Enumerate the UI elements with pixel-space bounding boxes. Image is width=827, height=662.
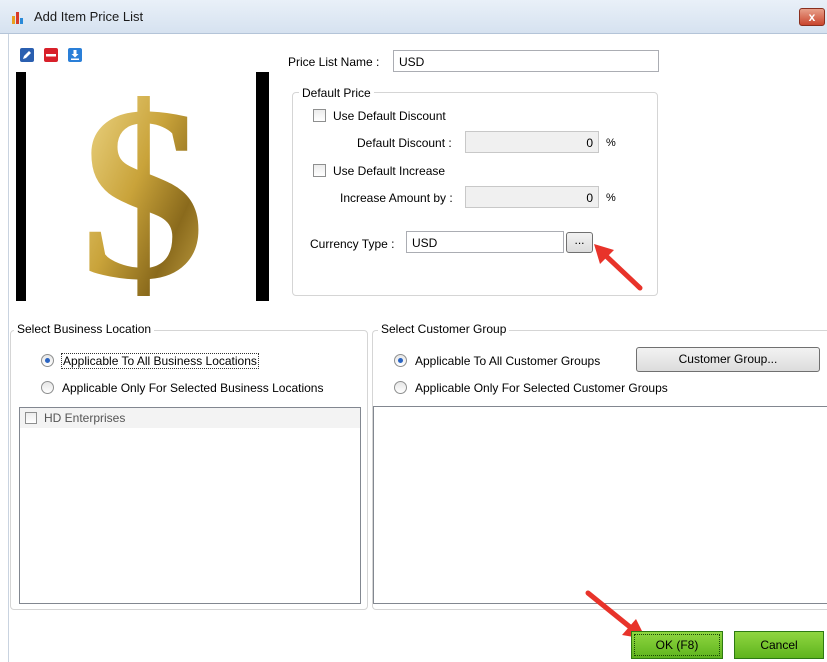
remove-button[interactable] <box>44 48 58 62</box>
location-checkbox[interactable] <box>25 412 37 424</box>
minus-icon <box>46 54 56 57</box>
default-discount-unit: % <box>606 137 616 149</box>
customer-group-button[interactable]: Customer Group... <box>636 347 820 372</box>
increase-amount-input[interactable]: 0 <box>465 186 599 208</box>
increase-amount-label: Increase Amount by : <box>340 191 453 205</box>
use-default-discount-checkbox[interactable] <box>313 109 326 122</box>
location-label: HD Enterprises <box>44 411 126 425</box>
use-default-discount-label: Use Default Discount <box>333 109 446 123</box>
customer-groups-list[interactable] <box>373 406 827 604</box>
currency-type-input[interactable]: USD <box>406 231 564 253</box>
pencil-icon <box>23 51 31 59</box>
price-list-name-label: Price List Name : <box>288 55 380 69</box>
download-icon <box>71 50 79 60</box>
edit-button[interactable] <box>20 48 34 62</box>
pointer-arrow-icon <box>594 244 643 291</box>
use-default-increase-label: Use Default Increase <box>333 164 446 178</box>
customer-group-title: Select Customer Group <box>378 322 510 336</box>
cancel-button[interactable]: Cancel <box>734 631 824 659</box>
all-locations-label: Applicable To All Business Locations <box>61 353 259 369</box>
item-image: $ <box>16 72 270 301</box>
dollar-sign-icon: $ <box>81 72 206 301</box>
business-locations-list[interactable]: HD Enterprises <box>19 407 361 604</box>
download-button[interactable] <box>68 48 82 62</box>
selected-locations-label: Applicable Only For Selected Business Lo… <box>62 381 324 395</box>
title-bar: Add Item Price List x <box>0 0 827 34</box>
default-price-title: Default Price <box>299 86 374 100</box>
price-list-name-input[interactable]: USD <box>393 50 659 72</box>
business-location-title: Select Business Location <box>14 322 155 336</box>
close-button[interactable]: x <box>799 8 825 26</box>
ok-button[interactable]: OK (F8) <box>631 631 723 659</box>
app-icon <box>12 10 26 24</box>
increase-amount-unit: % <box>606 192 616 204</box>
selected-customer-groups-radio[interactable] <box>394 381 407 394</box>
all-customer-groups-label: Applicable To All Customer Groups <box>415 354 601 368</box>
currency-type-label: Currency Type : <box>310 237 395 251</box>
window-title: Add Item Price List <box>34 9 144 24</box>
use-default-increase-checkbox[interactable] <box>313 164 326 177</box>
default-discount-input[interactable]: 0 <box>465 131 599 153</box>
selected-locations-radio[interactable] <box>41 381 54 394</box>
list-item[interactable]: HD Enterprises <box>20 408 360 428</box>
default-discount-label: Default Discount : <box>357 136 452 150</box>
all-locations-radio[interactable] <box>41 354 54 367</box>
svg-text:$: $ <box>81 72 206 301</box>
selected-customer-groups-label: Applicable Only For Selected Customer Gr… <box>415 381 668 395</box>
all-customer-groups-radio[interactable] <box>394 354 407 367</box>
